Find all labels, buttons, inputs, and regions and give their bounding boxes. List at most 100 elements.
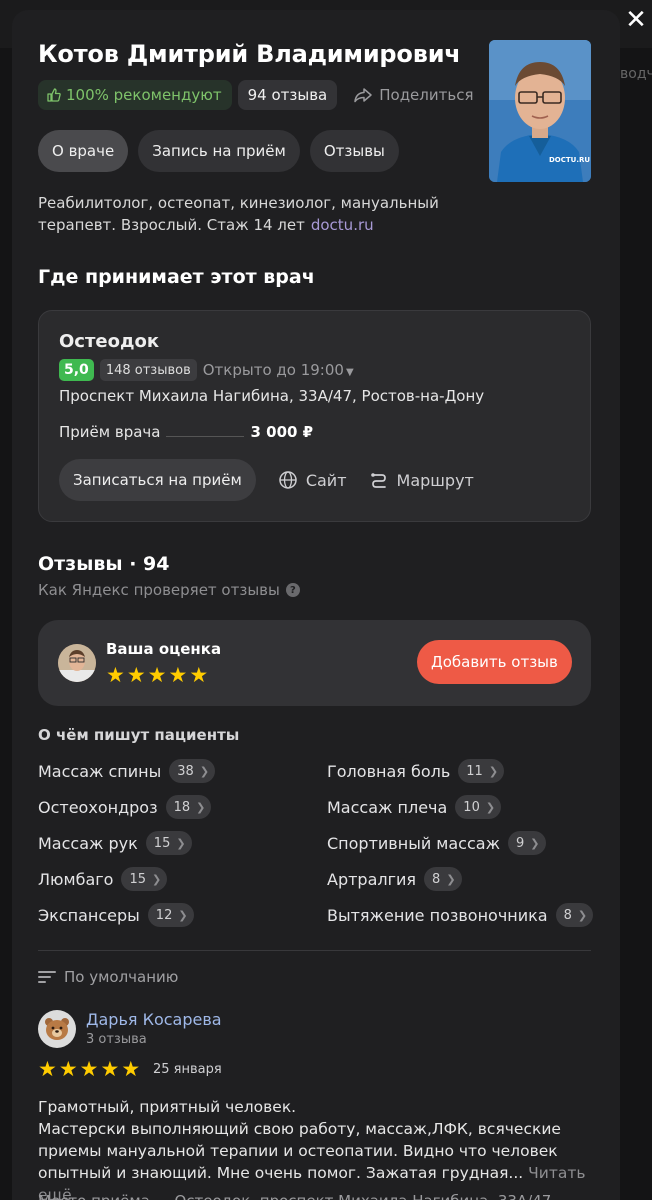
star-icon: ★ [79,1057,99,1081]
topic-count: 9 ❯ [508,831,546,855]
star-icon[interactable]: ★ [168,664,187,686]
route-button[interactable]: Маршрут [369,470,474,490]
review-text-first-line: Грамотный, приятный человек. [38,1098,297,1116]
star-icon[interactable]: ★ [148,664,167,686]
topic-label: Головная боль [327,761,451,781]
topic-count-value: 38 [177,763,194,779]
route-icon [370,473,386,488]
doctor-name: Котов Дмитрий Владимирович [38,40,461,68]
sort-selector[interactable]: По умолчанию [38,968,178,986]
topic-count-value: 8 [432,871,441,887]
clinic-reviews-badge[interactable]: 148 отзывов [99,359,197,381]
tab-reviews[interactable]: Отзывы [309,130,399,172]
book-appointment-button[interactable]: Записаться на приём [59,459,256,501]
route-label: Маршрут [396,470,474,490]
topic-count-value: 15 [129,871,146,887]
reviewer-name[interactable]: Дарья Косарева [86,1010,222,1029]
topic-count: 18 ❯ [165,795,212,819]
sort-icon [38,968,56,986]
topic-label: Артралгия [327,869,417,889]
star-icon[interactable]: ★ [127,664,146,686]
share-button[interactable]: Поделиться [343,80,479,110]
chevron-right-icon: ❯ [485,800,496,814]
source-link[interactable]: doctu.ru [311,216,374,234]
topic-count-value: 12 [155,907,173,923]
thumbs-up-icon [47,88,61,102]
add-review-button[interactable]: Добавить отзыв [417,640,572,684]
reviews-check-link[interactable]: Как Яндекс проверяет отзывы ? [38,581,300,599]
topic-label: Люмбаго [38,869,114,889]
chevron-right-icon: ❯ [446,872,456,886]
topic-count-value: 10 [463,799,480,815]
topic-count-value: 11 [466,763,483,779]
specialty-text: Реабилитолог, остеопат, кинезиолог, ману… [38,194,439,234]
topic-count-value: 9 [516,835,525,851]
topic-label: Остеохондроз [38,797,158,817]
tab-about[interactable]: О враче [38,130,129,172]
topics-title: О чём пишут пациенты [38,726,240,744]
topic-count: 15 ❯ [121,867,168,891]
reviewer-reviews-count: 3 отзыва [86,1032,147,1047]
user-avatar-image [58,644,96,682]
site-button[interactable]: Сайт [278,470,347,490]
price-label: Приём врача [59,423,161,441]
topic-count: 11 ❯ [458,759,505,783]
chevron-right-icon: ❯ [199,764,210,778]
topic-chip[interactable]: Спортивный массаж 9 ❯ [327,830,546,856]
topic-chip[interactable]: Вытяжение позвоночника 8 ❯ [327,902,594,928]
clinic-name[interactable]: Остеодок [59,331,159,352]
divider [38,950,591,951]
my-rating-card: Ваша оценка ★ ★ ★ ★ ★ Добавить отзыв [38,620,591,706]
topic-chip[interactable]: Головная боль 11 ❯ [327,758,505,784]
clinic-rating-badge: 5,0 [59,359,94,381]
review-place: Место приёма — Остеодок, проспект Михаил… [38,1192,591,1200]
price-dotted-line [166,435,245,437]
photo-watermark: DOCTU.RU [549,156,590,164]
topic-label: Массаж спины [38,761,162,781]
reviews-check-label: Как Яндекс проверяет отзывы [38,581,280,599]
topic-count: 10 ❯ [455,795,502,819]
reviewer-avatar[interactable] [38,1010,76,1048]
share-label: Поделиться [379,86,474,104]
topic-chip[interactable]: Артралгия 8 ❯ [327,866,462,892]
topic-chip[interactable]: Массаж рук 15 ❯ [38,830,192,856]
star-icon: ★ [121,1057,141,1081]
globe-icon [279,471,297,489]
topic-chip[interactable]: Экспансеры 12 ❯ [38,902,194,928]
topic-count-value: 15 [153,835,171,851]
topic-chip[interactable]: Люмбаго 15 ❯ [38,866,168,892]
help-icon: ? [285,583,300,597]
reviews-title: Отзывы · 94 [38,553,170,575]
topic-chip[interactable]: Массаж плеча 10 ❯ [327,794,502,820]
recommend-badge[interactable]: 100% рекомендуют [38,80,232,110]
close-button[interactable]: ✕ [622,6,650,34]
star-icon[interactable]: ★ [106,664,125,686]
star-icon: ★ [100,1057,120,1081]
clinic-hours[interactable]: Открыто до 19:00 ▼ [203,361,354,379]
topic-count-value: 18 [173,799,191,815]
clinic-address: Проспект Михаила Нагибина, 33А/47, Росто… [59,387,485,405]
background-right-text: водч [620,66,652,82]
topic-count: 12 ❯ [147,903,194,927]
topic-count: 38 ❯ [169,759,216,783]
topic-count-value: 8 [563,907,572,923]
my-rating-label: Ваша оценка [106,640,222,658]
share-arrow-icon [354,88,372,103]
reviews-count-badge[interactable]: 94 отзыва [237,80,338,110]
recommend-text: 100% рекомендуют [66,86,222,104]
topic-chip[interactable]: Массаж спины 38 ❯ [38,758,216,784]
topic-chip[interactable]: Остеохондроз 18 ❯ [38,794,212,820]
chevron-right-icon: ❯ [178,908,188,922]
price-row: Приём врача 3 000 ₽ [59,423,313,441]
topic-label: Экспансеры [38,905,140,925]
review-stars: ★ ★ ★ ★ ★ [38,1058,140,1080]
star-icon[interactable]: ★ [189,664,208,686]
site-label: Сайт [305,470,347,490]
doctor-specialty: Реабилитолог, остеопат, кинезиолог, ману… [38,192,458,236]
doctor-badges: 100% рекомендуют 94 отзыва Поделиться [38,80,479,110]
tab-booking[interactable]: Запись на приём [138,130,300,172]
chevron-right-icon: ❯ [577,908,588,922]
doctor-photo[interactable]: DOCTU.RU [489,40,591,182]
my-rating-stars[interactable]: ★ ★ ★ ★ ★ [106,664,208,686]
topic-label: Спортивный массаж [327,833,500,853]
